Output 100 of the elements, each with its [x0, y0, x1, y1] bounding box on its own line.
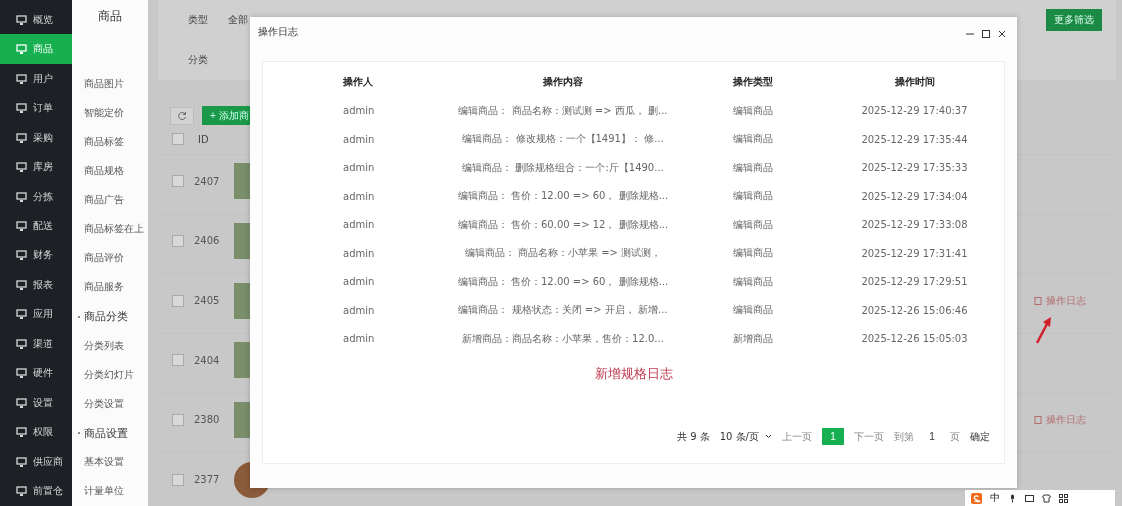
table-cell-text: admin: [342, 162, 376, 174]
table-cell-text: 编辑商品： 售价：60.00 => 12， 删除规格...: [456, 217, 670, 232]
table-cell-text: 编辑商品： 售价：12.00 => 60， 删除规格...: [456, 189, 670, 204]
submenu-item[interactable]: 基本设置: [72, 447, 148, 477]
nav-item[interactable]: 前置仓: [0, 476, 72, 506]
nav-item[interactable]: 应用: [0, 299, 72, 330]
product-id: 2377: [194, 474, 221, 486]
ime-logo-icon[interactable]: [971, 492, 982, 504]
table-cell-text: 2025-12-29 17:33:08: [860, 219, 969, 231]
table-cell-text: admin: [342, 219, 376, 231]
table-cell-text: admin: [342, 190, 376, 202]
table-cell-text: 编辑商品: [732, 246, 774, 261]
column-header: 操作人: [342, 75, 374, 90]
submenu-item[interactable]: 智能定价: [72, 98, 148, 128]
column-header: ID: [198, 133, 209, 145]
dialog-title: 操作日志: [258, 25, 299, 39]
page-unit: 页: [950, 429, 960, 444]
nav-item[interactable]: 财务: [0, 240, 72, 271]
product-id: 2406: [194, 235, 221, 247]
table-cell-text: 编辑商品： 商品名称：小苹果 => 测试测，: [463, 246, 663, 261]
goto-label: 到第: [894, 429, 914, 444]
more-filters-button[interactable]: 更多筛选: [1046, 9, 1102, 31]
confirm-button[interactable]: 确定: [970, 429, 990, 444]
nav-item[interactable]: 分拣: [0, 181, 72, 212]
submenu-item[interactable]: 商品广告: [72, 185, 148, 215]
table-cell-text: 新增商品: [732, 331, 774, 346]
nav-item[interactable]: 配送: [0, 211, 72, 241]
product-id: 2380: [194, 414, 221, 426]
page-size-select[interactable]: 10 条/页: [719, 429, 772, 444]
submenu-item[interactable]: 分类设置: [72, 389, 148, 419]
submenu-item[interactable]: 商品评价: [72, 243, 148, 273]
maximize-button[interactable]: [981, 27, 991, 37]
table-cell-text: 2025-12-29 17:31:41: [860, 247, 969, 259]
table-cell-text: 2025-12-29 17:40:37: [860, 105, 969, 117]
nav-item[interactable]: 硬件: [0, 358, 72, 389]
section-title: 商品: [98, 8, 122, 25]
submenu-item[interactable]: 商品标签: [72, 127, 148, 157]
table-cell-text: 2025-12-29 17:35:44: [860, 133, 969, 145]
submenu-item[interactable]: 商品标签在上: [72, 214, 148, 244]
filter-label: 类型: [188, 13, 209, 27]
nav-item[interactable]: 概览: [0, 5, 72, 35]
row-checkbox[interactable]: [172, 473, 184, 486]
ime-mode[interactable]: 中: [990, 491, 1000, 505]
row-checkbox[interactable]: [172, 354, 184, 367]
refresh-button[interactable]: [170, 106, 194, 125]
column-header: 操作时间: [893, 75, 936, 90]
next-page-button[interactable]: 下一页: [854, 429, 884, 444]
table-cell-text: 编辑商品: [732, 189, 774, 204]
page-input[interactable]: 1: [924, 431, 940, 442]
submenu-item[interactable]: 计量单位: [72, 476, 148, 506]
grid-icon[interactable]: [1059, 493, 1068, 503]
submenu-item[interactable]: 分类幻灯片: [72, 360, 148, 390]
caret-icon: [765, 434, 772, 439]
document-icon: [1034, 296, 1042, 305]
table-cell-text: 新增商品：商品名称：小苹果，售价：12.0...: [461, 331, 665, 346]
nav-item[interactable]: 设置: [0, 388, 72, 418]
table-cell-text: admin: [342, 133, 376, 145]
table-cell-text: admin: [342, 304, 376, 316]
nav-item[interactable]: 供应商: [0, 447, 72, 477]
table-cell-text: 2025-12-29 17:34:04: [860, 190, 969, 202]
select-all-checkbox[interactable]: [172, 133, 184, 146]
column-header: 操作类型: [732, 75, 774, 90]
nav-item[interactable]: 渠道: [0, 329, 72, 359]
table-cell-text: 2025-12-26 15:06:46: [860, 304, 969, 316]
table-cell-text: admin: [342, 333, 376, 345]
microphone-icon[interactable]: [1008, 493, 1017, 503]
table-cell-text: 2025-12-26 15:05:03: [860, 333, 969, 345]
shirt-icon[interactable]: [1042, 493, 1051, 503]
table-cell-text: admin: [342, 247, 376, 259]
annotation-arrow: [1034, 316, 1054, 344]
submenu-item[interactable]: 商品服务: [72, 272, 148, 303]
nav-item[interactable]: 订单: [0, 93, 72, 123]
table-cell-text: 编辑商品: [732, 274, 774, 289]
table-cell-text: 编辑商品： 规格状态：关闭 => 开启， 新增...: [457, 303, 669, 318]
row-checkbox[interactable]: [172, 294, 184, 307]
nav-item[interactable]: 报表: [0, 270, 72, 300]
nav-item[interactable]: 用户: [0, 63, 72, 94]
table-cell-text: 2025-12-29 17:29:51: [860, 276, 969, 288]
submenu-group[interactable]: 商品设置: [84, 425, 128, 441]
table-cell-text: 编辑商品： 售价：12.00 => 60， 删除规格...: [456, 274, 670, 289]
table-cell-text: 编辑商品： 删除规格组合：一个:斤【1490...: [461, 160, 665, 175]
row-checkbox[interactable]: [172, 175, 184, 188]
prev-page-button[interactable]: 上一页: [782, 429, 812, 444]
nav-item[interactable]: 采购: [0, 122, 72, 153]
table-cell-text: 编辑商品: [732, 132, 774, 147]
row-checkbox[interactable]: [172, 413, 184, 426]
submenu-item[interactable]: 分类列表: [72, 331, 148, 361]
table-cell-text: 编辑商品: [732, 303, 774, 318]
nav-item[interactable]: 权限: [0, 417, 72, 448]
submenu-item[interactable]: 商品规格: [72, 156, 148, 186]
table-cell-text: 编辑商品: [732, 217, 774, 232]
row-checkbox[interactable]: [172, 234, 184, 247]
column-header: 操作内容: [542, 75, 584, 90]
submenu-group[interactable]: 商品分类: [84, 309, 128, 325]
table-cell-text: 2025-12-29 17:35:33: [860, 162, 969, 174]
table-cell-text: 编辑商品： 商品名称：测试测 => 西瓜， 删...: [457, 103, 669, 118]
product-id: 2405: [194, 295, 221, 307]
nav-item[interactable]: 库房: [0, 152, 72, 182]
submenu-item[interactable]: 商品图片: [72, 69, 148, 99]
total-count: 共 9 条: [677, 429, 710, 444]
